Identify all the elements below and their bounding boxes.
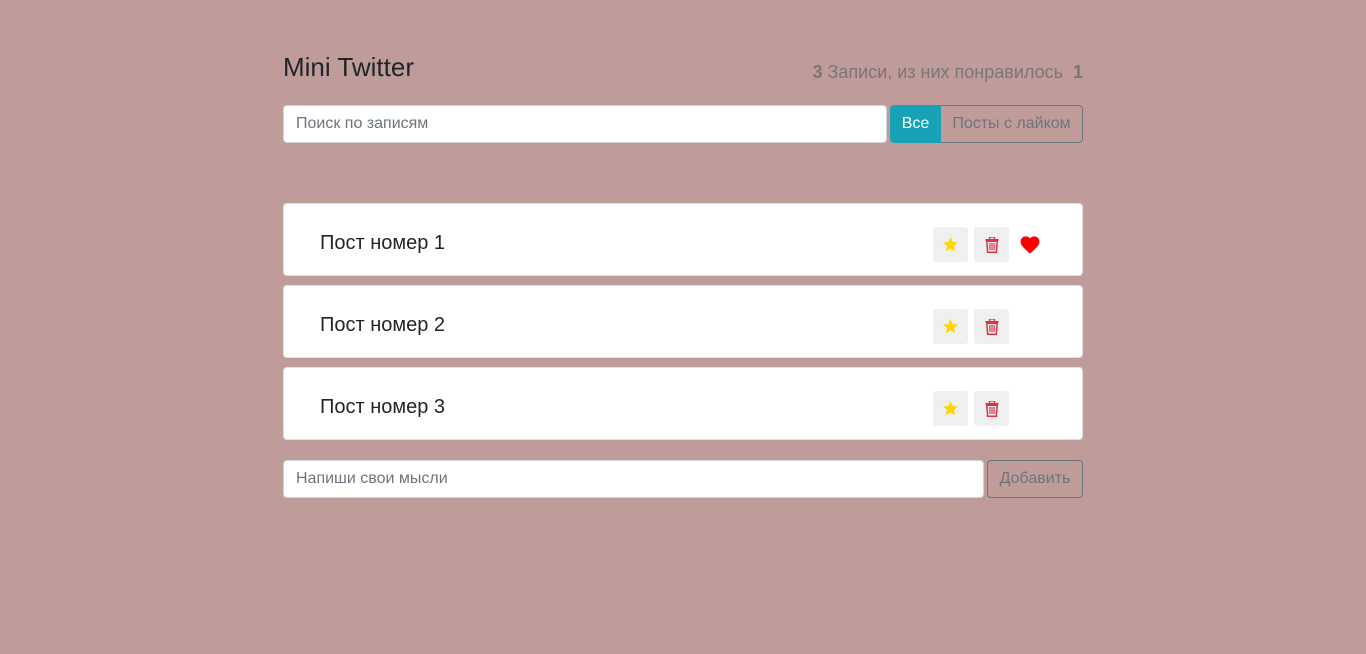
star-icon <box>943 401 958 416</box>
post-label[interactable]: Пост номер 1 <box>320 230 445 256</box>
trash-icon <box>985 400 998 417</box>
star-button[interactable] <box>933 391 968 426</box>
filter-liked-button[interactable]: Посты с лайком <box>941 105 1083 143</box>
search-panel: Все Посты с лайком <box>283 105 1083 143</box>
new-post-input[interactable] <box>283 460 984 498</box>
post-label[interactable]: Пост номер 2 <box>320 312 445 338</box>
post-label[interactable]: Пост номер 3 <box>320 394 445 420</box>
heart-icon <box>1020 236 1040 254</box>
search-input[interactable] <box>283 105 887 143</box>
delete-button[interactable] <box>974 309 1009 344</box>
app-title: Mini Twitter <box>283 52 414 82</box>
stats-text: Записи, из них понравилось <box>827 62 1063 82</box>
delete-button[interactable] <box>974 391 1009 426</box>
star-button[interactable] <box>933 309 968 344</box>
post-stats: 3 Записи, из них понравилось 1 <box>812 60 1083 84</box>
trash-icon <box>985 236 998 253</box>
stats-liked-count: 1 <box>1072 62 1083 82</box>
post-list-item: Пост номер 1 <box>283 203 1083 276</box>
add-post-button[interactable]: Добавить <box>987 460 1083 498</box>
star-icon <box>943 237 958 252</box>
post-add-form: Добавить <box>283 460 1083 498</box>
star-button[interactable] <box>933 227 968 262</box>
star-icon <box>943 319 958 334</box>
post-list-item: Пост номер 2 <box>283 285 1083 358</box>
trash-icon <box>985 318 998 335</box>
post-status-filter: Все Посты с лайком <box>890 105 1083 143</box>
post-list-item: Пост номер 3 <box>283 367 1083 440</box>
delete-button[interactable] <box>974 227 1009 262</box>
stats-total-count: 3 <box>812 62 823 82</box>
filter-all-button[interactable]: Все <box>890 105 941 143</box>
app-header: Mini Twitter 3 Записи, из них понравилос… <box>283 50 1083 86</box>
